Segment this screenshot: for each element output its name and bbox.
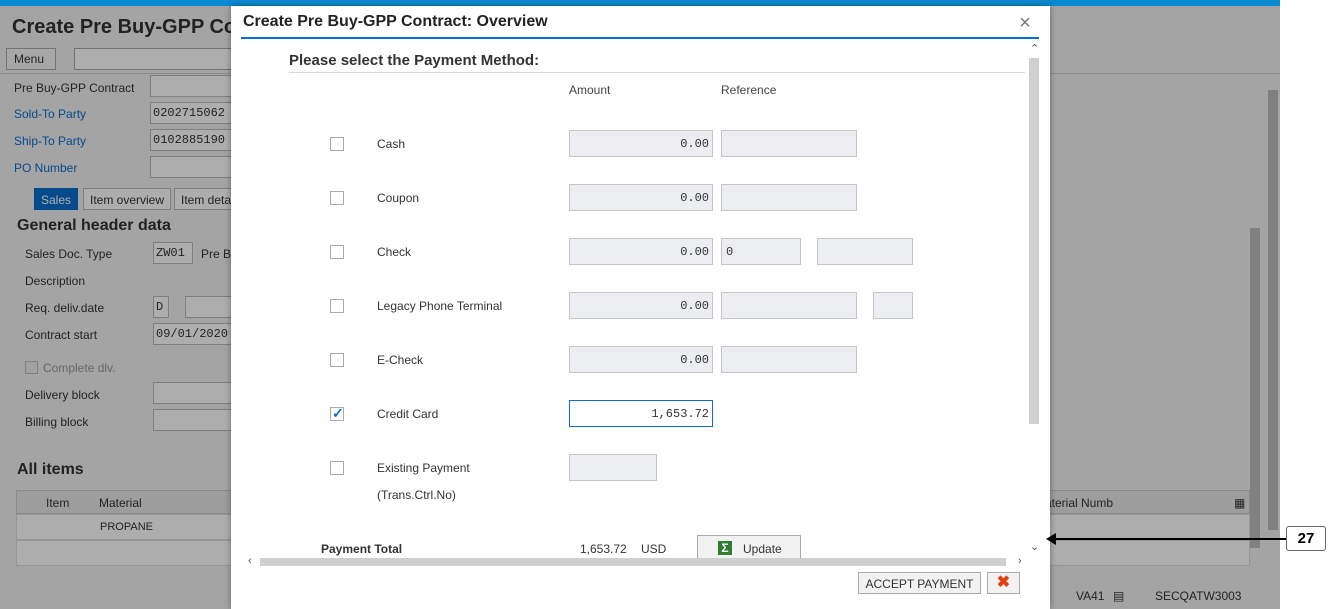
check-reference-field[interactable]: 0 <box>721 238 801 265</box>
cash-amount-field[interactable]: 0.00 <box>569 130 713 157</box>
dialog-horizontal-scrollbar[interactable] <box>260 558 1006 566</box>
echeck-reference-field[interactable] <box>721 346 857 373</box>
payment-dialog: Create Pre Buy-GPP Contract: Overview × … <box>231 6 1050 609</box>
check-checkbox[interactable] <box>330 245 344 259</box>
scroll-down-icon[interactable]: ⌄ <box>1030 540 1039 553</box>
existing-payment-label: Existing Payment <box>377 461 470 475</box>
update-button-label: Update <box>743 542 782 556</box>
payment-total-label: Payment Total <box>321 542 403 556</box>
coupon-amount-field[interactable]: 0.00 <box>569 184 713 211</box>
subtitle-divider <box>289 72 1025 73</box>
cash-reference-field[interactable] <box>721 130 857 157</box>
scroll-left-icon[interactable]: ‹ <box>248 555 252 567</box>
payment-currency: USD <box>641 542 667 556</box>
check-label: Check <box>377 245 412 259</box>
cash-label: Cash <box>377 137 406 151</box>
coupon-label: Coupon <box>377 191 420 205</box>
check-extra-field[interactable] <box>817 238 913 265</box>
title-divider <box>241 37 1039 39</box>
legacy-phone-amount-field[interactable]: 0.00 <box>569 292 713 319</box>
dialog-vertical-scrollbar[interactable] <box>1029 58 1039 424</box>
credit-card-checkbox[interactable] <box>330 405 344 422</box>
echeck-amount-field[interactable]: 0.00 <box>569 346 713 373</box>
echeck-checkbox[interactable] <box>330 353 344 367</box>
echeck-label: E-Check <box>377 353 424 367</box>
reference-column-header: Reference <box>721 83 777 97</box>
payment-total-value: 1,653.72 <box>580 542 627 556</box>
scroll-up-icon[interactable]: ⌃ <box>1030 42 1039 55</box>
legacy-phone-extra-field[interactable] <box>873 292 913 319</box>
check-amount-field[interactable]: 0.00 <box>569 238 713 265</box>
legacy-phone-label: Legacy Phone Terminal <box>377 299 503 313</box>
legacy-phone-reference-field[interactable] <box>721 292 857 319</box>
legacy-phone-checkbox[interactable] <box>330 299 344 313</box>
existing-payment-field[interactable] <box>569 454 657 481</box>
cancel-icon[interactable]: ✖ <box>987 572 1020 594</box>
close-icon[interactable]: × <box>1014 12 1036 34</box>
scroll-right-icon[interactable]: › <box>1018 555 1022 567</box>
annotation-arrow-line <box>1050 538 1286 540</box>
payment-method-subtitle: Please select the Payment Method: <box>289 52 540 69</box>
cash-checkbox[interactable] <box>330 137 344 151</box>
existing-payment-checkbox[interactable] <box>330 461 344 475</box>
sum-icon: Σ <box>718 541 732 555</box>
credit-card-amount-field[interactable]: 1,653.72 <box>569 400 713 427</box>
credit-card-label: Credit Card <box>377 407 439 421</box>
accept-payment-button[interactable]: ACCEPT PAYMENT <box>858 572 981 594</box>
amount-column-header: Amount <box>569 83 611 97</box>
annotation-arrow-head <box>1046 533 1056 545</box>
coupon-reference-field[interactable] <box>721 184 857 211</box>
dialog-title: Create Pre Buy-GPP Contract: Overview <box>243 13 548 30</box>
existing-payment-sublabel: (Trans.Ctrl.No) <box>377 488 456 502</box>
annotation-number: 27 <box>1286 526 1326 551</box>
coupon-checkbox[interactable] <box>330 191 344 205</box>
